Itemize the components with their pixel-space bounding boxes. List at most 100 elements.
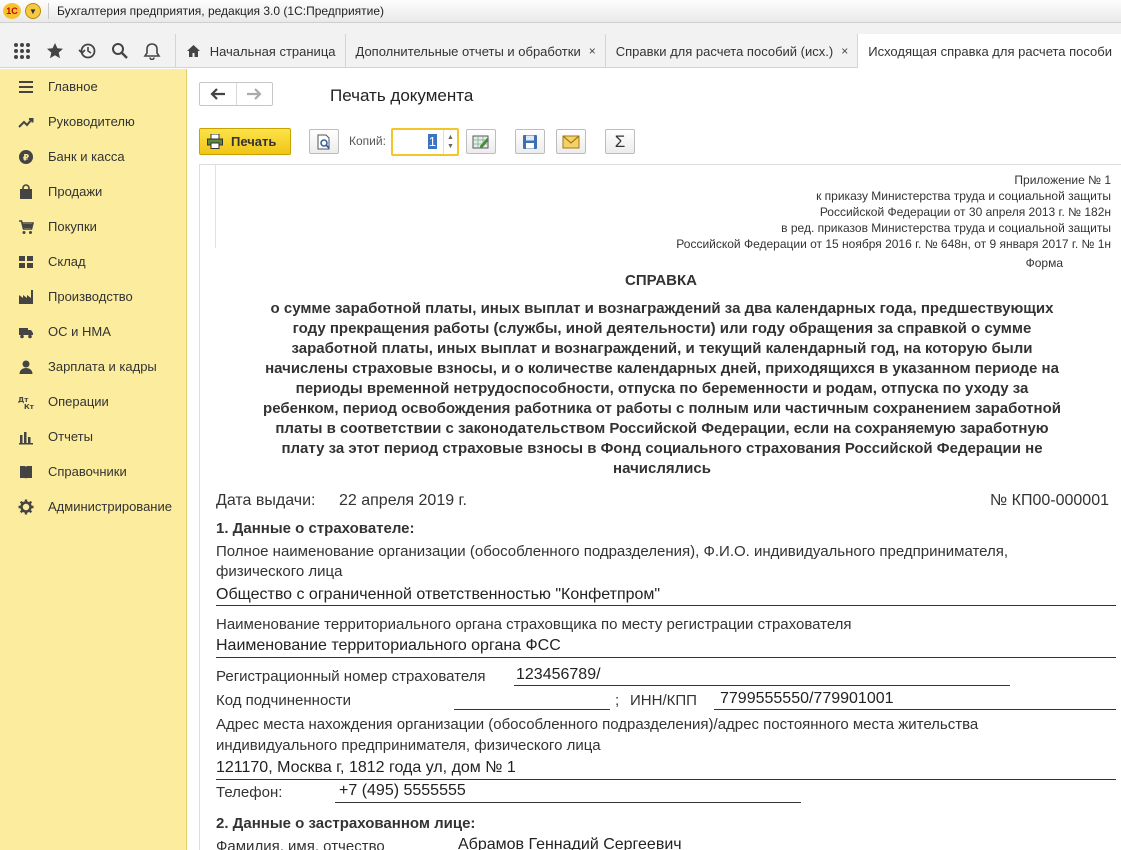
- sidebar-item-label: Справочники: [48, 464, 127, 479]
- address-label: Адрес места нахождения организации (обос…: [216, 716, 979, 733]
- issue-date-label: Дата выдачи:: [216, 492, 316, 509]
- search-icon[interactable]: [107, 38, 133, 64]
- floppy-disk-icon: [523, 134, 537, 149]
- phone-label: Телефон:: [216, 784, 283, 801]
- sidebar-item-administration[interactable]: Администрирование: [0, 489, 186, 524]
- sidebar-item-label: Продажи: [48, 184, 103, 199]
- fio-value: Абрамов Геннадий Сергеевич: [458, 836, 682, 850]
- document-subject: о сумме заработной платы, иных выплат и …: [212, 299, 1112, 479]
- print-button[interactable]: Печать: [199, 128, 291, 155]
- preview-button[interactable]: [309, 129, 339, 154]
- printer-icon: [207, 134, 223, 149]
- tab-benefit-certificates[interactable]: Справки для расчета пособий (исх.) ×: [606, 34, 859, 68]
- save-button[interactable]: [515, 129, 545, 154]
- subject-line: ребенком, период освобождения работника …: [263, 400, 1061, 417]
- sum-button[interactable]: Σ: [605, 129, 635, 154]
- edit-mode-button[interactable]: [466, 129, 496, 154]
- copies-stepper[interactable]: ▲ ▼: [443, 130, 457, 154]
- subject-line: году прекращения работы (службы, иной де…: [292, 320, 1032, 337]
- subject-line: начислялись: [613, 460, 711, 477]
- shopping-bag-icon: [20, 183, 32, 199]
- apps-grid-icon[interactable]: [9, 38, 35, 64]
- reg-number-value: 123456789/: [516, 666, 601, 683]
- history-icon[interactable]: [74, 38, 100, 64]
- inn-kpp-value: 7799555550/779901001: [720, 690, 894, 707]
- subject-line: периоды временной нетрудоспособности, от…: [295, 380, 1029, 397]
- svg-text:Кт: Кт: [24, 403, 34, 410]
- forward-button[interactable]: [237, 83, 273, 105]
- appendix-line: к приказу Министерства труда и социально…: [816, 189, 1111, 203]
- sidebar-item-bank[interactable]: ₽ Банк и касса: [0, 139, 186, 174]
- sidebar-item-warehouse[interactable]: Склад: [0, 244, 186, 279]
- certificate-number: № КП00-000001: [990, 492, 1109, 509]
- sidebar-item-label: Склад: [48, 254, 86, 269]
- copies-label: Копий:: [349, 134, 386, 148]
- title-separator: [48, 3, 49, 19]
- star-icon[interactable]: [42, 38, 68, 64]
- subject-line: заработной платы, иных выплат и вознагра…: [291, 340, 1033, 357]
- fss-value: Наименование территориального органа ФСС: [216, 637, 561, 654]
- sidebar-item-directories[interactable]: Справочники: [0, 454, 186, 489]
- tab-additional-reports[interactable]: Дополнительные отчеты и обработки ×: [346, 34, 606, 68]
- sidebar-item-label: ОС и НМА: [48, 324, 111, 339]
- gear-icon: [18, 499, 34, 514]
- appendix-line: Российской Федерации от 15 ноября 2016 г…: [676, 237, 1111, 251]
- sidebar-item-manager[interactable]: Руководителю: [0, 104, 186, 139]
- underline: [216, 779, 1116, 780]
- send-email-button[interactable]: [556, 129, 586, 154]
- tab-label: Дополнительные отчеты и обработки: [355, 43, 581, 59]
- underline: [714, 709, 1116, 710]
- history-nav: [199, 82, 273, 106]
- org-name-label: Полное наименование организации (обособл…: [216, 543, 1009, 560]
- svg-text:₽: ₽: [23, 153, 29, 163]
- subject-line: плату за этот период страховые взносы в …: [281, 440, 1043, 457]
- back-button[interactable]: [200, 83, 237, 105]
- print-button-label: Печать: [231, 134, 277, 149]
- underline: [514, 685, 1010, 686]
- sidebar-item-main[interactable]: Главное: [0, 69, 186, 104]
- section1-title: 1. Данные о страхователе:: [216, 520, 415, 537]
- print-toolbar: Печать Копий: 1 ▲ ▼ Σ: [199, 128, 1099, 156]
- sidebar-item-label: Банк и касса: [48, 149, 125, 164]
- sidebar-item-label: Руководителю: [48, 114, 135, 129]
- sidebar-item-reports[interactable]: Отчеты: [0, 419, 186, 454]
- reg-number-label: Регистрационный номер страхователя: [216, 668, 486, 685]
- factory-icon: [19, 289, 33, 304]
- sidebar-item-label: Покупки: [48, 219, 97, 234]
- document-heading: СПРАВКА: [625, 272, 697, 289]
- org-name-label: физического лица: [216, 563, 343, 580]
- title-bar: 1С ▼ Бухгалтерия предприятия, редакция 3…: [0, 0, 1121, 23]
- underline: [216, 657, 1116, 658]
- sidebar-item-fixed-assets[interactable]: ОС и НМА: [0, 314, 186, 349]
- main-menu-icon[interactable]: ▼: [25, 3, 41, 19]
- phone-value: +7 (495) 5555555: [339, 782, 466, 799]
- bell-icon[interactable]: [139, 38, 165, 64]
- tab-outgoing-certificate[interactable]: Исходящая справка для расчета пособи: [858, 34, 1121, 68]
- tab-close-icon[interactable]: ×: [589, 44, 596, 58]
- coin-icon: ₽: [19, 149, 33, 164]
- address-label: индивидуального предпринимателя, физичес…: [216, 737, 601, 754]
- envelope-icon: [562, 135, 580, 148]
- tab-home[interactable]: Начальная страница: [176, 34, 346, 68]
- sidebar-item-label: Администрирование: [48, 499, 172, 514]
- sidebar-item-salary[interactable]: Зарплата и кадры: [0, 349, 186, 384]
- subject-line: платы в соответствии с законодательством…: [275, 420, 1049, 437]
- truck-icon: [19, 327, 33, 338]
- sidebar-item-production[interactable]: Производство: [0, 279, 186, 314]
- appendix-block: Приложение № 1 к приказу Министерства тр…: [676, 172, 1111, 252]
- sidebar-item-label: Операции: [48, 394, 109, 409]
- document-margin: [200, 165, 216, 248]
- form-label: Форма: [1025, 256, 1063, 270]
- sidebar: Главное Руководителю ₽ Банк и касса Прод…: [0, 69, 187, 850]
- sidebar-item-purchases[interactable]: Покупки: [0, 209, 186, 244]
- sidebar-item-sales[interactable]: Продажи: [0, 174, 186, 209]
- copies-input[interactable]: 1 ▲ ▼: [391, 128, 459, 156]
- subject-line: о сумме заработной платы, иных выплат и …: [270, 300, 1054, 317]
- tab-label: Справки для расчета пособий (исх.): [615, 43, 834, 59]
- issue-date-value: 22 апреля 2019 г.: [339, 492, 467, 509]
- edit-table-icon: [472, 135, 489, 148]
- menu-lines-icon: [19, 80, 33, 93]
- tab-close-icon[interactable]: ×: [841, 44, 848, 58]
- home-icon: [186, 45, 200, 57]
- sidebar-item-operations[interactable]: Дт Кт Операции: [0, 384, 186, 419]
